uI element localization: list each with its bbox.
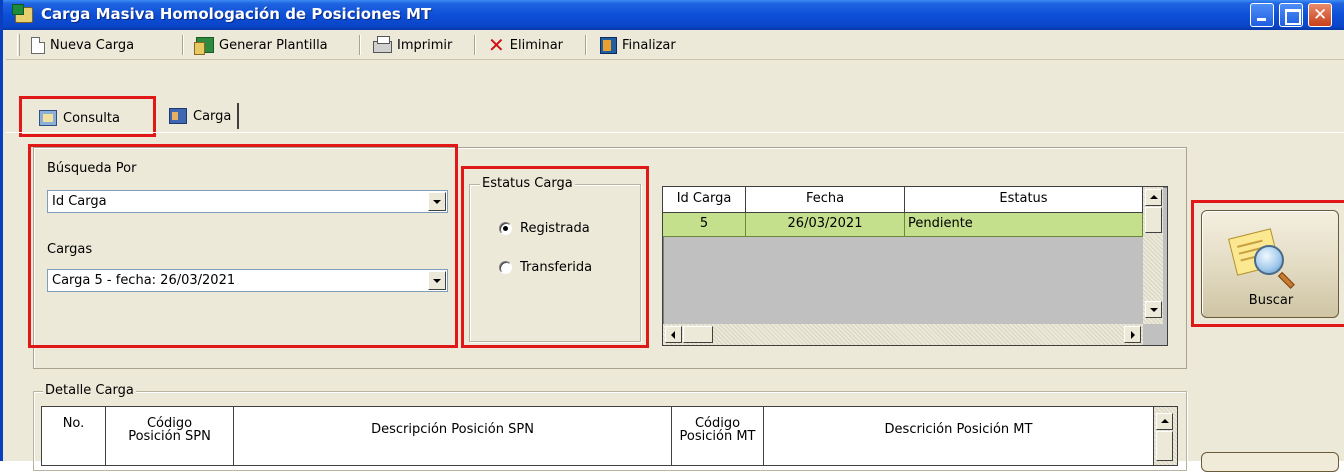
- minimize-button[interactable]: [1250, 3, 1274, 27]
- toolbar-separator: [359, 35, 361, 55]
- finalizar-button[interactable]: Finalizar: [600, 33, 676, 57]
- window-title: Carga Masiva Homologación de Posiciones …: [41, 5, 432, 23]
- transferida-label: Transferida: [520, 260, 593, 275]
- imprimir-button[interactable]: Imprimir: [373, 33, 452, 57]
- nueva-carga-button[interactable]: Nueva Carga: [31, 33, 134, 57]
- excel-app-icon: [12, 4, 33, 23]
- scroll-right-button[interactable]: [1124, 326, 1141, 343]
- radio-button-selected[interactable]: [499, 222, 512, 235]
- results-grid[interactable]: Id Carga Fecha Estatus 5 26/03/2021 Pend…: [662, 186, 1168, 346]
- toolbar-separator: [182, 35, 184, 55]
- vertical-scroll-thumb[interactable]: [1145, 207, 1162, 233]
- excel-template-icon: [194, 37, 214, 55]
- detalle-scroll-up-button[interactable]: [1156, 413, 1173, 430]
- table-cell-fecha[interactable]: 26/03/2021: [746, 213, 905, 237]
- maximize-button[interactable]: [1279, 3, 1303, 27]
- cargas-label: Cargas: [47, 242, 93, 257]
- delete-x-icon: ✕: [488, 33, 505, 57]
- scroll-up-button[interactable]: [1145, 189, 1162, 206]
- close-icon: ✕: [1313, 5, 1328, 25]
- cargas-value: Carga 5 - fecha: 26/03/2021: [52, 273, 236, 288]
- magnifier-icon: [1254, 245, 1284, 275]
- generar-plantilla-label: Generar Plantilla: [219, 37, 328, 53]
- column-header-fecha[interactable]: Fecha: [746, 187, 905, 213]
- title-bar[interactable]: Carga Masiva Homologación de Posiciones …: [3, 0, 1344, 30]
- exit-door-icon: [600, 36, 617, 54]
- column-header-no[interactable]: No.: [42, 407, 106, 465]
- table-cell-estatus[interactable]: Pendiente: [905, 213, 1143, 237]
- finalizar-label: Finalizar: [622, 37, 676, 53]
- horizontal-scrollbar[interactable]: [663, 324, 1143, 345]
- column-header-descricion-posicion-mt[interactable]: Descrición Posición MT: [764, 407, 1154, 465]
- eliminar-button[interactable]: ✕ Eliminar: [488, 33, 563, 57]
- close-button[interactable]: ✕: [1308, 3, 1332, 27]
- nueva-carga-label: Nueva Carga: [50, 37, 135, 53]
- column-header-descripcion-posicion-spn[interactable]: Descripción Posición SPN: [234, 407, 672, 465]
- busqueda-por-select[interactable]: Id Carga: [47, 190, 448, 213]
- radio-button[interactable]: [499, 261, 512, 274]
- scroll-down-button[interactable]: [1145, 301, 1162, 318]
- busqueda-por-value: Id Carga: [52, 194, 107, 209]
- detalle-carga-legend: Detalle Carga: [43, 383, 136, 398]
- table-cell-id-carga[interactable]: 5: [663, 213, 746, 237]
- registrada-label: Registrada: [520, 221, 590, 236]
- buscar-label: Buscar: [1248, 293, 1294, 308]
- toolbar-separator: [474, 35, 476, 55]
- tab-carga[interactable]: Carga: [163, 103, 240, 129]
- imprimir-label: Imprimir: [397, 37, 453, 53]
- main-window: Carga Masiva Homologación de Posiciones …: [0, 0, 1344, 472]
- column-header-codigo-posicion-mt[interactable]: Código Posición MT: [672, 407, 764, 465]
- detalle-scroll-thumb[interactable]: [1156, 431, 1173, 461]
- column-header-id-carga[interactable]: Id Carga: [663, 187, 746, 213]
- generar-plantilla-button[interactable]: Generar Plantilla: [194, 33, 328, 57]
- toolbar-bottom-border: [6, 59, 1344, 60]
- magnifier-handle-icon: [1277, 271, 1295, 289]
- eliminar-label: Eliminar: [509, 37, 564, 53]
- printer-icon: [373, 36, 392, 53]
- scroll-left-button[interactable]: [665, 326, 682, 343]
- column-header-estatus[interactable]: Estatus: [905, 187, 1143, 213]
- column-header-codigo-posicion-spn[interactable]: Código Posición SPN: [106, 407, 234, 465]
- chevron-down-icon[interactable]: [428, 271, 446, 290]
- id-card-icon: [169, 108, 187, 124]
- tab-carga-label: Carga: [193, 108, 232, 124]
- tab-strip-line: [6, 132, 1344, 133]
- buscar-button[interactable]: Buscar: [1201, 210, 1339, 318]
- detalle-grid[interactable]: No. Código Posición SPN Descripción Posi…: [41, 406, 1178, 466]
- highlight-box-consulta-tab: [19, 96, 156, 137]
- toolbar-separator: [585, 35, 587, 55]
- secondary-action-button[interactable]: [1201, 452, 1339, 472]
- chevron-down-icon[interactable]: [428, 192, 446, 211]
- radio-transferida[interactable]: Transferida: [499, 260, 592, 275]
- horizontal-scroll-thumb[interactable]: [683, 326, 713, 343]
- busqueda-por-label: Búsqueda Por: [47, 161, 137, 176]
- toolbar-grip[interactable]: [17, 34, 20, 56]
- estatus-legend: Estatus Carga: [480, 176, 575, 191]
- cargas-select[interactable]: Carga 5 - fecha: 26/03/2021: [47, 269, 448, 292]
- new-document-icon: [31, 36, 45, 54]
- radio-registrada[interactable]: Registrada: [499, 221, 590, 236]
